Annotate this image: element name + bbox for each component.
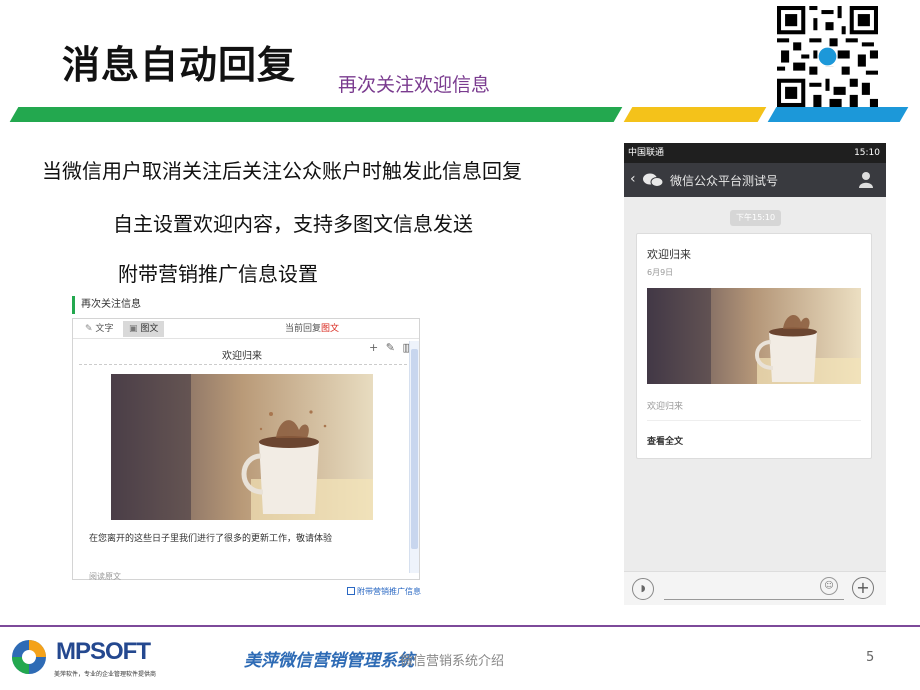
coffee-cup-image (111, 374, 373, 520)
page-subtitle: 再次关注欢迎信息 (338, 74, 491, 96)
feature-line-2: 自主设置欢迎内容，支持多图文信息发送 (113, 212, 473, 236)
image-icon: ▣ (129, 324, 141, 334)
emoji-icon[interactable]: ☺ (820, 577, 838, 595)
qr-code-icon (776, 6, 879, 107)
decor-bar-yellow (623, 107, 767, 122)
editor-description: 在您离开的这些日子里我们进行了很多的更新工作，敬请体验 (89, 534, 333, 544)
company-logo: MPSOFT 美萍软件，专业的企业管理软件提供商 (10, 636, 190, 684)
feature-line-3: 附带营销推广信息设置 (118, 262, 318, 286)
coffee-cup-image (647, 288, 861, 384)
card-date: 6月9日 (647, 268, 674, 277)
checkbox-icon[interactable] (347, 587, 355, 595)
carrier-label: 中国联通 (628, 148, 665, 158)
page-title: 消息自动回复 (62, 43, 297, 87)
back-icon[interactable]: ‹ (630, 171, 636, 187)
logo-mark-icon (12, 640, 46, 674)
chat-nav-bar: ‹ 微信公众平台测试号 (624, 163, 886, 197)
tab-image-label: 图文 (140, 324, 159, 334)
phone-preview: 中国联通 15:10 ‹ 微信公众平台测试号 下午15:10 欢迎归来 6月9日 (624, 143, 886, 605)
logo-tagline: 美萍软件，专业的企业管理软件提供商 (54, 671, 157, 678)
editor-message-title: 欢迎归来 (222, 351, 262, 362)
feature-line-1: 当微信用户取消关注后关注公众账户时触发此信息回复 (42, 159, 522, 183)
read-all-link[interactable]: 查看全文 (647, 434, 683, 447)
chat-input[interactable] (664, 599, 844, 600)
article-card[interactable]: 欢迎归来 6月9日 欢迎归来 查看全文 (636, 233, 872, 459)
tab-image-text[interactable]: ▣ 图文 (123, 321, 165, 337)
status-time: 15:10 (854, 148, 880, 158)
current-reply-value: 图文 (321, 324, 340, 334)
status-bar: 中国联通 15:10 (624, 143, 886, 163)
tab-text-label: 文字 (95, 324, 114, 334)
read-more-link[interactable]: 阅读原文 (89, 571, 121, 582)
current-reply-prefix: 当前回复 (285, 324, 322, 334)
footer-brand: 美萍微信营销管理系统 (244, 651, 414, 671)
tab-text[interactable]: ✎ 文字 (81, 321, 117, 337)
editor-scrollbar[interactable] (409, 341, 419, 573)
pencil-icon: ✎ (85, 324, 96, 334)
divider (79, 364, 407, 365)
page-number: 5 (866, 650, 875, 665)
footer-center-text: 微信营销系统介绍 (400, 654, 505, 669)
editor-section-title: 再次关注信息 (72, 296, 141, 314)
promo-checkbox-label: 附带营销推广信息 (357, 587, 421, 596)
decor-bar-blue (767, 107, 909, 122)
card-title: 欢迎归来 (647, 248, 691, 261)
footer-divider (0, 625, 920, 627)
message-time-chip: 下午15:10 (730, 210, 782, 226)
divider (647, 420, 861, 421)
chat-input-bar: ◗ ☺ + (624, 571, 886, 605)
editor-tabs: ✎ 文字 ▣ 图文 当前回复图文 (73, 319, 419, 339)
account-name: 微信公众平台测试号 (670, 174, 779, 188)
card-digest: 欢迎归来 (647, 402, 684, 412)
scrollbar-thumb[interactable] (411, 349, 418, 549)
editor-panel: ✎ 文字 ▣ 图文 当前回复图文 + ✎ ▥ 欢迎归来 在您离开的 (72, 318, 420, 582)
promo-checkbox[interactable]: 附带营销推广信息 (347, 586, 421, 597)
voice-icon[interactable]: ◗ (632, 578, 654, 600)
plus-icon[interactable]: + (852, 577, 874, 599)
user-icon[interactable] (858, 171, 874, 189)
current-reply-indicator: 当前回复图文 (285, 321, 339, 337)
logo-name: MPSOFT (56, 638, 151, 665)
decor-bar-green (9, 107, 623, 122)
wechat-icon (643, 173, 664, 187)
